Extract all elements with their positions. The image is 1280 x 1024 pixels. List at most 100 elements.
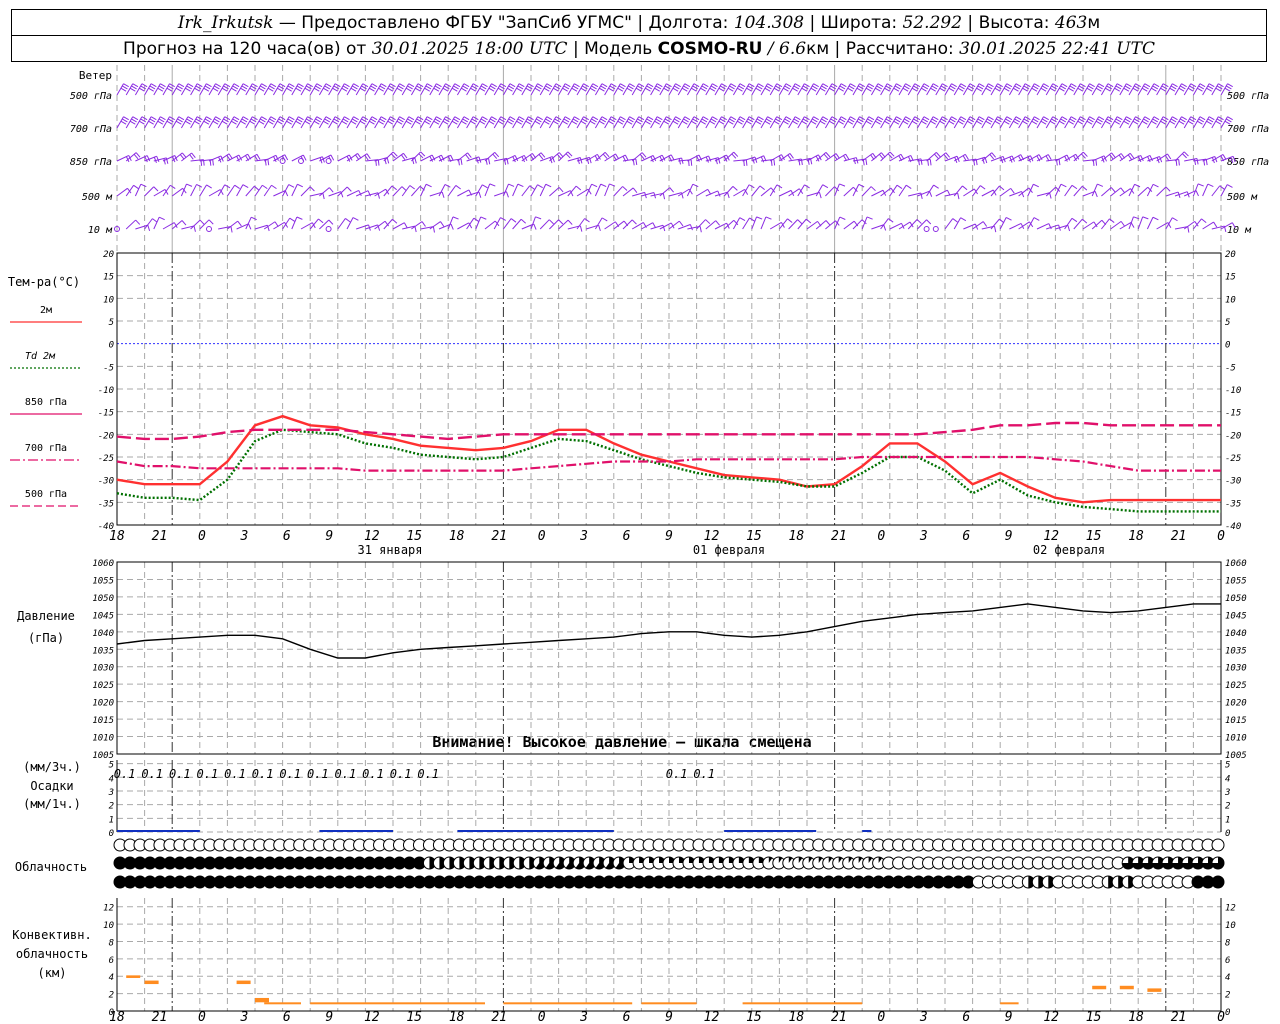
wind-barb-feather: [739, 217, 746, 222]
wind-barb-feather: [420, 151, 426, 157]
wind-barb-staff: [861, 216, 868, 230]
conv-bar: [126, 975, 141, 978]
wind-barb-feather: [602, 153, 608, 159]
precip-bar: [862, 830, 872, 832]
wind-barb-feather: [392, 218, 398, 224]
wind-barb-feather: [287, 85, 294, 90]
wind-barb-feather: [934, 153, 939, 159]
wind-barb-feather: [505, 191, 509, 198]
wind-barb-feather: [710, 85, 717, 90]
wind-barb-feather: [959, 85, 965, 90]
wind-barb-feather: [927, 159, 929, 166]
wind-barb-feather: [553, 87, 559, 92]
wind-barb-feather: [631, 219, 637, 225]
wind-barb-feather: [905, 184, 912, 189]
wind-barb-feather: [407, 118, 413, 123]
wind-barb-staff: [659, 187, 671, 197]
wind-barb-feather: [985, 87, 992, 92]
wind-barb-feather: [518, 116, 525, 121]
wind-barb-feather: [212, 159, 214, 166]
wind-barb-feather: [883, 224, 887, 231]
wind-barb-feather: [601, 83, 608, 88]
wind-barb-feather: [1183, 151, 1189, 157]
wind-barb-feather: [206, 184, 212, 189]
precip-bar: [117, 830, 200, 832]
wind-barb-feather: [380, 83, 387, 88]
wind-barb-feather: [905, 116, 911, 121]
x-hour-label: 12: [704, 529, 720, 544]
x-hour-label-bottom: 3: [919, 1010, 928, 1024]
wind-barb-feather: [313, 87, 320, 92]
wind-barb-feather: [158, 118, 165, 123]
wind-barb-feather: [369, 87, 375, 92]
wind-barb-feather: [166, 120, 173, 125]
wind-barb-feather: [730, 116, 737, 121]
wind-barb-feather: [591, 118, 597, 123]
wind-barb-feather: [323, 120, 329, 125]
wind-barb-feather: [789, 153, 794, 159]
wind-barb-feather: [819, 87, 826, 92]
wind-barb-staff: [346, 217, 354, 230]
wind-barb-staff: [153, 216, 160, 230]
wind-barb-feather: [296, 216, 303, 220]
wind-barb-feather: [988, 83, 994, 88]
wind-barb-feather: [434, 118, 441, 123]
wind-barb-staff: [907, 219, 918, 230]
x-hour-label-bottom: 18: [1128, 1010, 1144, 1024]
wind-barb-staff: [760, 187, 772, 197]
conv-thin-bar: [310, 1002, 485, 1005]
wind-barb-feather: [397, 85, 404, 90]
wind-barb-feather: [627, 85, 634, 90]
wind-barb-staff: [291, 216, 298, 230]
wind-barb-feather: [572, 118, 579, 123]
wind-barb-feather: [203, 87, 210, 92]
wind-barb-feather: [1005, 118, 1011, 123]
x-hour-label-bottom: 15: [746, 1010, 762, 1024]
wind-barb-feather: [574, 116, 580, 121]
precip-bar: [457, 830, 614, 832]
wind-barb-feather: [608, 87, 614, 92]
wind-barb-feather: [231, 87, 237, 92]
wind-barb-feather: [129, 87, 136, 92]
wind-barb-staff: [484, 220, 496, 230]
wind-barb-staff: [696, 219, 706, 230]
wind-barb-feather: [344, 116, 350, 121]
wind-barb-feather: [1197, 120, 1203, 125]
x-hour-label: 6: [962, 529, 970, 544]
wind-barb-feather: [344, 83, 350, 88]
wind-barb-feather: [756, 85, 763, 90]
wind-barb-feather: [332, 120, 338, 125]
wind-barb-feather: [1105, 120, 1111, 125]
wind-barb-feather: [403, 152, 408, 159]
wind-barb-feather: [939, 120, 946, 125]
wind-barb-staff: [1193, 218, 1202, 230]
conv-bar: [1092, 985, 1107, 990]
wind-barb-feather: [579, 225, 583, 232]
conv-ytick-left: 12: [103, 904, 114, 914]
wind-barb-staff: [972, 185, 981, 197]
wind-barb-feather: [1197, 87, 1203, 92]
wind-barb-feather: [1033, 183, 1039, 188]
wind-barb-feather: [785, 116, 792, 121]
wind-barb-feather: [442, 120, 449, 125]
wind-barb-feather: [341, 120, 348, 125]
wind-barb-feather: [600, 85, 607, 90]
conv-ytick-right: 12: [1225, 904, 1236, 914]
wind-barb-feather: [945, 152, 951, 158]
temp-ytick-right: -30: [1225, 477, 1241, 487]
wind-barb-feather: [453, 85, 459, 90]
wind-barb-feather: [563, 85, 570, 90]
wind-barb-feather: [1069, 85, 1076, 90]
wind-barb-feather: [689, 224, 693, 231]
wind-barb-staff: [843, 186, 854, 197]
pressure-ytick-right: 1015: [1225, 716, 1247, 726]
wind-barb-feather: [1049, 192, 1052, 199]
wind-barb-feather: [213, 118, 220, 123]
wind-barb-feather: [277, 87, 283, 92]
wind-barb-feather: [187, 116, 194, 121]
wind-barb-feather: [262, 184, 268, 190]
wind-barb-feather: [392, 151, 398, 157]
wind-barb-feather: [896, 184, 903, 189]
wind-barb-feather: [129, 120, 136, 125]
precip-amount-label: 0.1: [224, 767, 246, 781]
